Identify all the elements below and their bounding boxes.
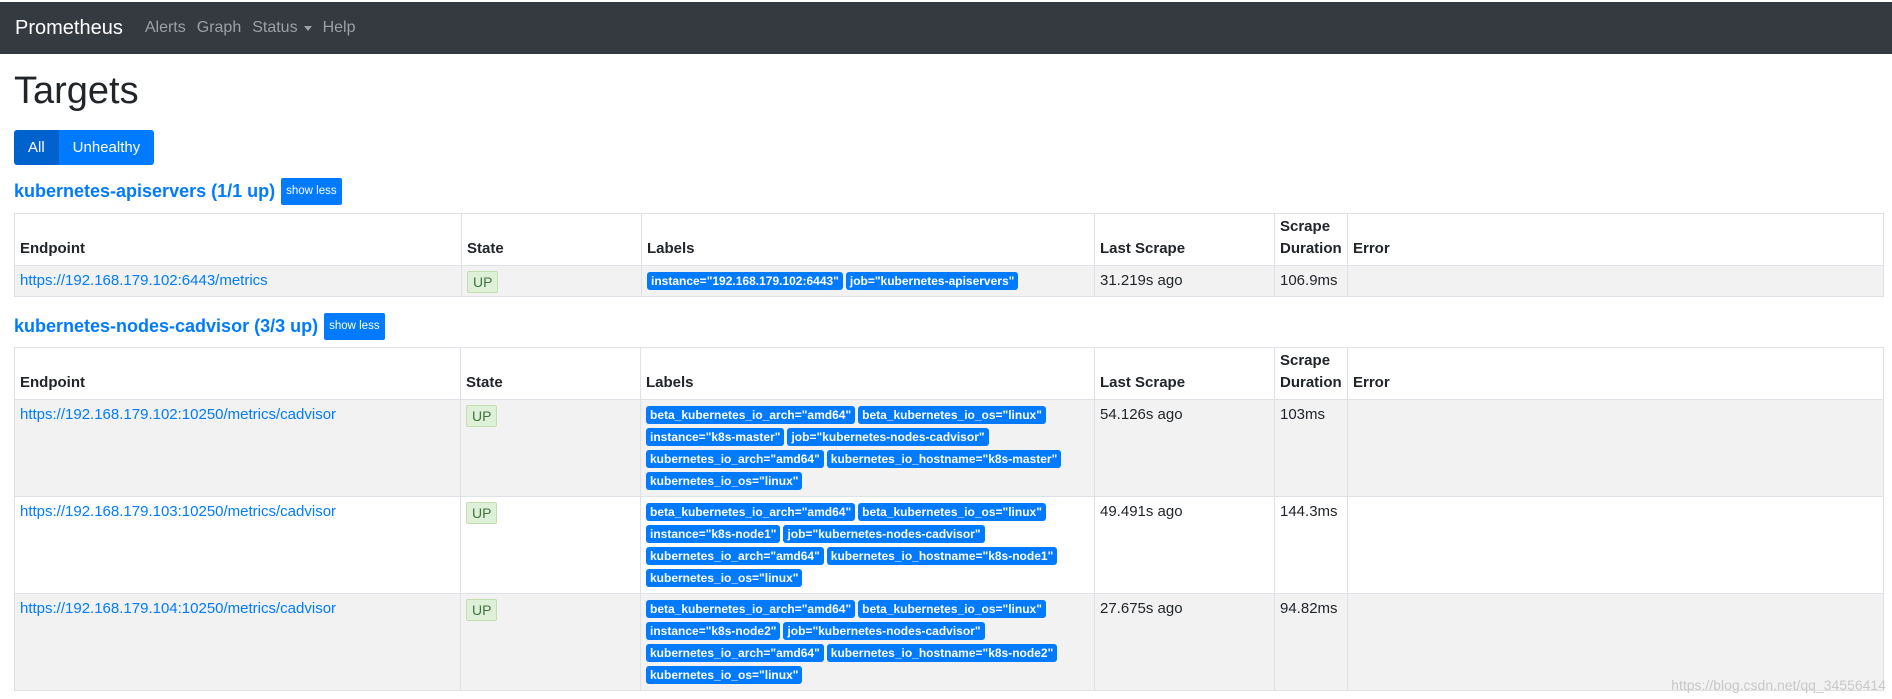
last-scrape: 49.491s ago — [1100, 503, 1183, 520]
state-badge: UP — [467, 271, 499, 293]
endpoint-link[interactable]: https://192.168.179.103:10250/metrics/ca… — [20, 503, 336, 520]
show-less-button[interactable]: show less — [324, 312, 385, 340]
page-title: Targets — [14, 70, 139, 112]
labels-cell: instance="192.168.179.102:6443" job="kube… — [641, 265, 1095, 297]
label-badge: job="kubernetes-nodes-cadvisor" — [783, 622, 985, 640]
group-title-nodes-cadvisor[interactable]: kubernetes-nodes-cadvisor (3/3 up) — [14, 316, 318, 337]
group-title-apiservers[interactable]: kubernetes-apiservers (1/1 up) — [14, 181, 275, 202]
brand-logo[interactable]: Prometheus — [15, 17, 123, 40]
label-badge: kubernetes_io_os="linux" — [646, 666, 803, 684]
label-badge: kubernetes_io_os="linux" — [646, 472, 803, 490]
column-header-labels: Labels — [641, 213, 1095, 266]
column-header-labels: Labels — [640, 347, 1095, 400]
scrape-duration: 94.82ms — [1280, 600, 1338, 617]
group-header-apiservers: kubernetes-apiservers (1/1 up) show less — [14, 176, 342, 206]
label-badge: kubernetes_io_os="linux" — [646, 569, 803, 587]
label-badge: beta_kubernetes_io_arch="amd64" — [646, 503, 856, 521]
label-badge: job="kubernetes-nodes-cadvisor" — [787, 428, 989, 446]
column-header-state: State — [461, 213, 642, 266]
state-badge: UP — [466, 599, 498, 621]
table-row: https://192.168.179.102:10250/metrics/ca… — [14, 399, 1884, 497]
table-header-row: Endpoint State Labels Last Scrape Scrape… — [14, 347, 1884, 400]
target-filter-group: All Unhealthy — [14, 130, 155, 165]
scrape-duration: 103ms — [1280, 406, 1326, 423]
scrape-duration: 106.9ms — [1280, 272, 1338, 289]
label-badge: instance="192.168.179.102:6443" — [647, 272, 843, 290]
column-header-error: Error — [1347, 213, 1884, 266]
label-badge: job="kubernetes-nodes-cadvisor" — [783, 525, 985, 543]
targets-table-nodes-cadvisor: Endpoint State Labels Last Scrape Scrape… — [14, 347, 1884, 691]
table-row: https://192.168.179.103:10250/metrics/ca… — [14, 496, 1884, 594]
last-scrape: 27.675s ago — [1100, 600, 1183, 617]
endpoint-link[interactable]: https://192.168.179.104:10250/metrics/ca… — [20, 600, 336, 617]
labels-cell: beta_kubernetes_io_arch="amd64" beta_kube… — [640, 496, 1095, 594]
label-badge: job="kubernetes-apiservers" — [845, 272, 1019, 290]
column-header-endpoint: Endpoint — [14, 347, 461, 400]
column-header-error: Error — [1347, 347, 1884, 400]
label-badge: instance="k8s-master" — [646, 428, 785, 446]
state-badge: UP — [466, 502, 498, 524]
label-badge: instance="k8s-node1" — [646, 525, 781, 543]
label-badge: beta_kubernetes_io_os="linux" — [858, 406, 1046, 424]
column-header-scrape-duration: Scrape Duration — [1274, 347, 1348, 400]
nav-graph[interactable]: Graph — [197, 19, 241, 37]
label-badge: kubernetes_io_hostname="k8s-node1" — [826, 547, 1058, 565]
filter-all-button[interactable]: All — [14, 130, 59, 165]
label-badge: kubernetes_io_arch="amd64" — [646, 450, 824, 468]
label-badge: kubernetes_io_arch="amd64" — [646, 547, 824, 565]
endpoint-link[interactable]: https://192.168.179.102:10250/metrics/ca… — [20, 406, 336, 423]
table-row: https://192.168.179.104:10250/metrics/ca… — [14, 593, 1884, 691]
group-header-nodes-cadvisor: kubernetes-nodes-cadvisor (3/3 up) show … — [14, 311, 385, 341]
scrape-duration: 144.3ms — [1280, 503, 1338, 520]
label-badge: beta_kubernetes_io_os="linux" — [858, 503, 1046, 521]
last-scrape: 54.126s ago — [1100, 406, 1183, 423]
labels-cell: beta_kubernetes_io_arch="amd64" beta_kube… — [640, 399, 1095, 497]
label-badge: kubernetes_io_hostname="k8s-node2" — [826, 644, 1058, 662]
label-badge: kubernetes_io_arch="amd64" — [646, 644, 824, 662]
caret-down-icon — [303, 25, 312, 31]
label-badge: beta_kubernetes_io_arch="amd64" — [646, 406, 856, 424]
show-less-button[interactable]: show less — [281, 177, 342, 205]
nav-status-label: Status — [252, 19, 298, 36]
column-header-scrape-duration: Scrape Duration — [1274, 213, 1348, 266]
nav-help[interactable]: Help — [323, 19, 356, 37]
table-header-row: Endpoint State Labels Last Scrape Scrape… — [14, 213, 1884, 266]
navbar: Prometheus Alerts Graph Status Help — [0, 0, 1892, 54]
table-row: https://192.168.179.102:6443/metrics UP … — [14, 265, 1884, 297]
nav-alerts[interactable]: Alerts — [145, 19, 186, 37]
label-badge: instance="k8s-node2" — [646, 622, 781, 640]
label-badge: kubernetes_io_hostname="k8s-master" — [826, 450, 1062, 468]
watermark-text: https://blog.csdn.net/qq_34556414 — [1671, 677, 1886, 693]
column-header-state: State — [460, 347, 641, 400]
column-header-last-scrape: Last Scrape — [1094, 213, 1275, 266]
column-header-last-scrape: Last Scrape — [1094, 347, 1275, 400]
label-badge: beta_kubernetes_io_arch="amd64" — [646, 600, 856, 618]
nav-status-dropdown[interactable]: Status — [252, 19, 312, 37]
last-scrape: 31.219s ago — [1100, 272, 1183, 289]
label-badge: beta_kubernetes_io_os="linux" — [858, 600, 1046, 618]
filter-unhealthy-button[interactable]: Unhealthy — [58, 130, 155, 165]
labels-cell: beta_kubernetes_io_arch="amd64" beta_kube… — [640, 593, 1095, 691]
endpoint-link[interactable]: https://192.168.179.102:6443/metrics — [20, 272, 268, 289]
targets-table-apiservers: Endpoint State Labels Last Scrape Scrape… — [14, 213, 1884, 297]
state-badge: UP — [466, 405, 498, 427]
column-header-endpoint: Endpoint — [14, 213, 462, 266]
